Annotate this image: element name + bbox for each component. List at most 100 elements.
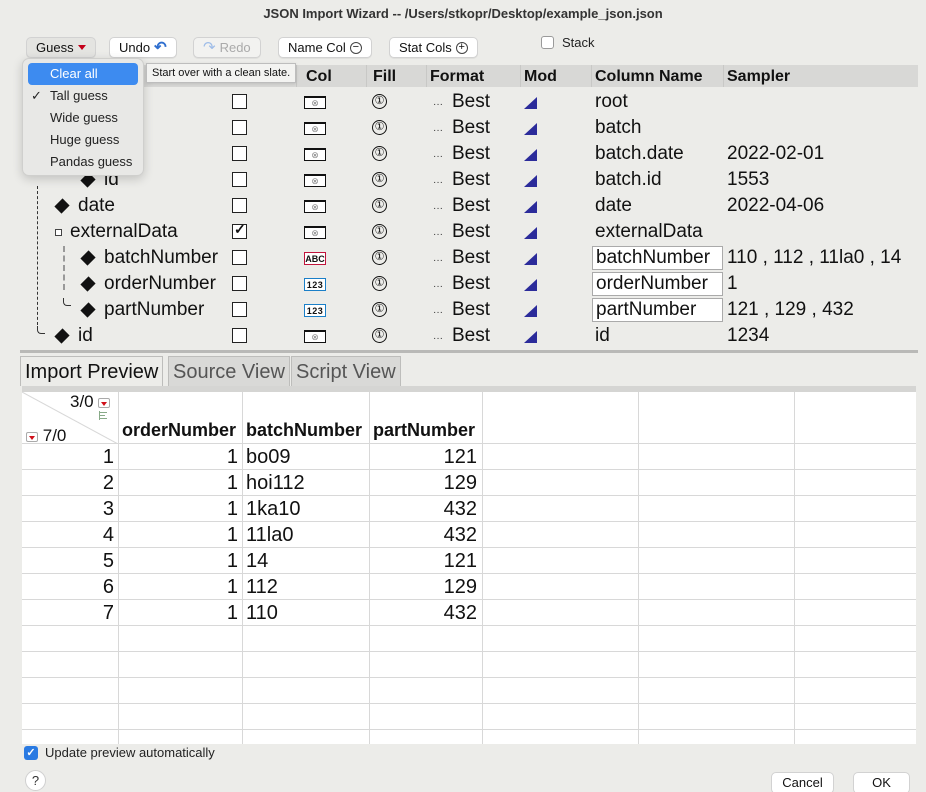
menu-item-clear-all[interactable]: Clear all — [28, 63, 138, 85]
cell-part-number[interactable]: 432 — [369, 496, 477, 522]
column-name[interactable]: batch.date — [595, 141, 684, 167]
guess-button[interactable]: Guess — [26, 37, 96, 58]
format-value[interactable]: Best — [452, 89, 490, 115]
row-checkbox[interactable] — [232, 120, 247, 135]
name-col-button[interactable]: Name Col − — [278, 37, 372, 58]
format-value[interactable]: Best — [452, 141, 490, 167]
row-checkbox[interactable] — [232, 146, 247, 161]
structure-row[interactable]: partNumber 123 ① ··· Best partNumber 121… — [0, 297, 926, 323]
tab-script-view[interactable]: Script View — [291, 356, 401, 386]
column-type-none-icon[interactable]: ⊗ — [304, 330, 326, 343]
column-name[interactable]: root — [595, 89, 628, 115]
ok-button[interactable]: OK — [853, 772, 910, 792]
row-number[interactable]: 2 — [22, 470, 114, 496]
row-number[interactable]: 3 — [22, 496, 114, 522]
update-preview-option[interactable]: ✓ Update preview automatically — [24, 745, 215, 760]
cell-order-number[interactable]: 1 — [118, 522, 238, 548]
cell-order-number[interactable]: 1 — [118, 600, 238, 626]
column-name[interactable]: externalData — [595, 219, 703, 245]
row-number[interactable]: 1 — [22, 444, 114, 470]
fill-icon[interactable]: ① — [372, 120, 387, 135]
pane-splitter[interactable] — [20, 350, 918, 353]
tree-node-label[interactable]: externalData — [70, 219, 178, 245]
cell-part-number[interactable]: 129 — [369, 574, 477, 600]
modifier-triangle-icon[interactable] — [524, 97, 537, 109]
structure-row[interactable]: id ⊗ ① ··· Best id 1234 — [0, 323, 926, 349]
menu-item-pandas-guess[interactable]: Pandas guess — [28, 151, 138, 173]
column-name[interactable]: id — [595, 323, 610, 349]
row-checkbox[interactable] — [232, 221, 247, 239]
column-type-none-icon[interactable]: ⊗ — [304, 226, 326, 239]
column-name[interactable]: date — [595, 193, 632, 219]
structure-row[interactable]: date ⊗ ① ··· Best date 2022-04-06 — [0, 193, 926, 219]
format-value[interactable]: Best — [452, 167, 490, 193]
cell-batch-number[interactable]: 11la0 — [246, 522, 366, 548]
modifier-triangle-icon[interactable] — [524, 331, 537, 343]
format-menu-icon[interactable]: ··· — [433, 326, 443, 352]
column-type-none-icon[interactable]: ⊗ — [304, 122, 326, 135]
menu-item-huge-guess[interactable]: Huge guess — [28, 129, 138, 151]
modifier-triangle-icon[interactable] — [524, 279, 537, 291]
row-number[interactable]: 5 — [22, 548, 114, 574]
row-checkbox[interactable] — [232, 276, 247, 291]
modifier-triangle-icon[interactable] — [524, 253, 537, 265]
modifier-triangle-icon[interactable] — [524, 123, 537, 135]
cell-order-number[interactable]: 1 — [118, 470, 238, 496]
tree-node-label[interactable]: id — [78, 323, 93, 349]
column-type-none-icon[interactable]: ⊗ — [304, 96, 326, 109]
tree-node-label[interactable]: date — [78, 193, 115, 219]
row-checkbox[interactable] — [232, 328, 247, 343]
fill-icon[interactable]: ① — [372, 250, 387, 265]
column-name-input[interactable]: batchNumber — [592, 246, 723, 270]
row-checkbox[interactable] — [232, 302, 247, 317]
tree-node-label[interactable]: partNumber — [104, 297, 204, 323]
rows-menu-icon[interactable] — [26, 431, 38, 442]
fill-icon[interactable]: ① — [372, 224, 387, 239]
stack-checkbox[interactable] — [541, 36, 554, 49]
structure-row[interactable]: externalData ⊗ ① ··· Best externalData — [0, 219, 926, 245]
modifier-triangle-icon[interactable] — [524, 175, 537, 187]
help-button[interactable]: ? — [25, 770, 46, 791]
fill-icon[interactable]: ① — [372, 94, 387, 109]
modifier-triangle-icon[interactable] — [524, 305, 537, 317]
column-type-none-icon[interactable]: ⊗ — [304, 148, 326, 161]
redo-button[interactable]: ↷ Redo — [193, 37, 261, 58]
row-checkbox[interactable] — [232, 250, 247, 265]
row-checkbox[interactable] — [232, 94, 247, 109]
format-value[interactable]: Best — [452, 115, 490, 141]
columns-list-icon[interactable] — [99, 411, 108, 420]
cancel-button[interactable]: Cancel — [771, 772, 834, 792]
stack-option[interactable]: Stack — [541, 35, 595, 50]
row-checkbox[interactable] — [232, 172, 247, 187]
cell-part-number[interactable]: 432 — [369, 600, 477, 626]
format-value[interactable]: Best — [452, 271, 490, 297]
undo-button[interactable]: Undo ↶ — [109, 37, 177, 58]
preview-column-header[interactable]: orderNumber — [122, 420, 236, 441]
cell-part-number[interactable]: 432 — [369, 522, 477, 548]
modifier-triangle-icon[interactable] — [524, 149, 537, 161]
cell-batch-number[interactable]: hoi112 — [246, 470, 366, 496]
cell-order-number[interactable]: 1 — [118, 496, 238, 522]
columns-menu-icon[interactable] — [98, 397, 111, 408]
tree-node-label[interactable]: batchNumber — [104, 245, 218, 271]
fill-icon[interactable]: ① — [372, 172, 387, 187]
fill-icon[interactable]: ① — [372, 198, 387, 213]
row-number[interactable]: 4 — [22, 522, 114, 548]
column-name[interactable]: batch.id — [595, 167, 662, 193]
row-number[interactable]: 7 — [22, 600, 114, 626]
format-value[interactable]: Best — [452, 323, 490, 349]
update-preview-checkbox[interactable]: ✓ — [24, 745, 38, 760]
column-type-character-icon[interactable]: ABC — [304, 252, 326, 265]
preview-column-header[interactable]: partNumber — [373, 420, 475, 441]
format-value[interactable]: Best — [452, 297, 490, 323]
column-name[interactable]: batch — [595, 115, 641, 141]
structure-row[interactable]: orderNumber 123 ① ··· Best orderNumber 1 — [0, 271, 926, 297]
fill-icon[interactable]: ① — [372, 146, 387, 161]
fill-icon[interactable]: ① — [372, 302, 387, 317]
modifier-triangle-icon[interactable] — [524, 201, 537, 213]
menu-item-wide-guess[interactable]: Wide guess — [28, 107, 138, 129]
cell-part-number[interactable]: 121 — [369, 444, 477, 470]
tab-source-view[interactable]: Source View — [168, 356, 290, 386]
row-number[interactable]: 6 — [22, 574, 114, 600]
cell-part-number[interactable]: 121 — [369, 548, 477, 574]
